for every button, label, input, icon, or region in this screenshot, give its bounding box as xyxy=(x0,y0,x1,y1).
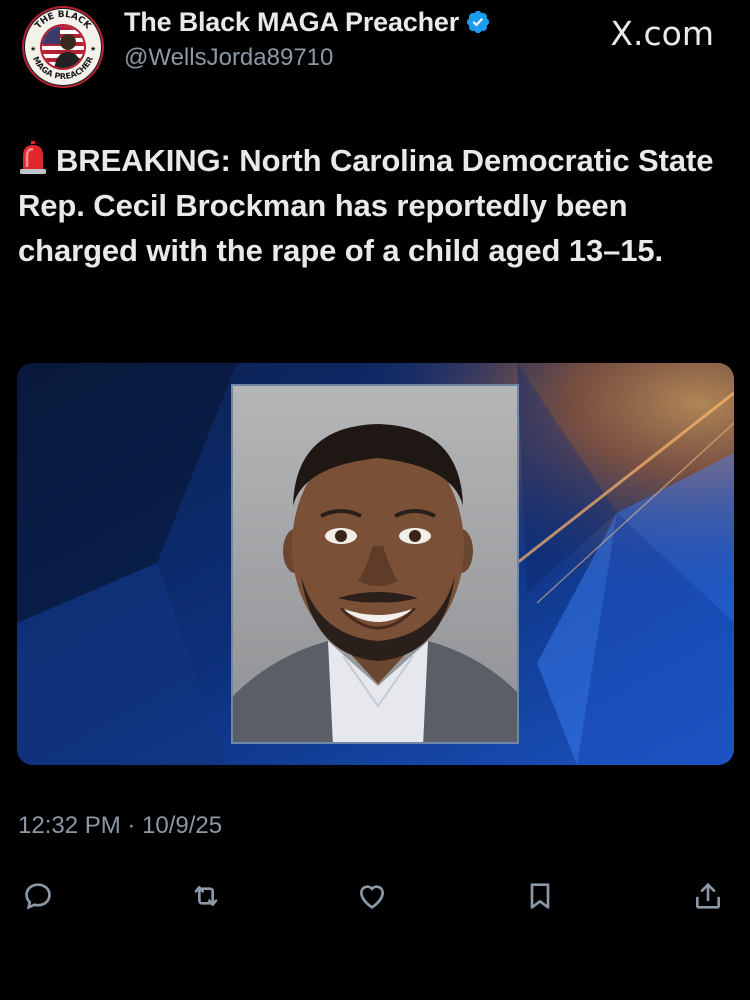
portrait-photo xyxy=(231,384,519,744)
like-button[interactable] xyxy=(352,876,392,916)
repost-button[interactable] xyxy=(186,876,226,916)
author-handle[interactable]: @WellsJorda89710 xyxy=(124,44,333,72)
verified-badge-icon xyxy=(466,10,490,34)
svg-text:★: ★ xyxy=(30,45,36,53)
siren-icon xyxy=(20,141,46,174)
tweet-card: THE BLACK MAGA PREACHER ★ ★ The Black MA… xyxy=(0,0,750,1000)
display-name[interactable]: The Black MAGA Preacher xyxy=(124,7,459,38)
breaking-label: BREAKING: xyxy=(56,143,231,178)
svg-text:★: ★ xyxy=(90,45,96,53)
bookmark-icon xyxy=(530,883,550,909)
reply-icon xyxy=(25,883,51,910)
tweet-media-image[interactable] xyxy=(17,363,734,765)
bookmark-button[interactable] xyxy=(520,876,560,916)
avatar-badge-icon: THE BLACK MAGA PREACHER ★ ★ xyxy=(22,6,104,88)
like-icon xyxy=(359,885,385,909)
reply-button[interactable] xyxy=(18,876,58,916)
share-button[interactable] xyxy=(688,876,728,916)
repost-icon xyxy=(194,886,218,906)
portrait-image xyxy=(233,386,517,742)
tweet-text: BREAKING: North Carolina Democratic Stat… xyxy=(18,138,730,273)
tweet-timestamp[interactable]: 12:32 PM · 10/9/25 xyxy=(18,812,222,840)
avatar[interactable]: THE BLACK MAGA PREACHER ★ ★ xyxy=(22,6,104,88)
brand-watermark: X.com xyxy=(610,14,714,53)
share-icon xyxy=(696,883,720,909)
author-name-row[interactable]: The Black MAGA Preacher xyxy=(124,4,491,40)
tweet-action-bar xyxy=(0,868,750,924)
